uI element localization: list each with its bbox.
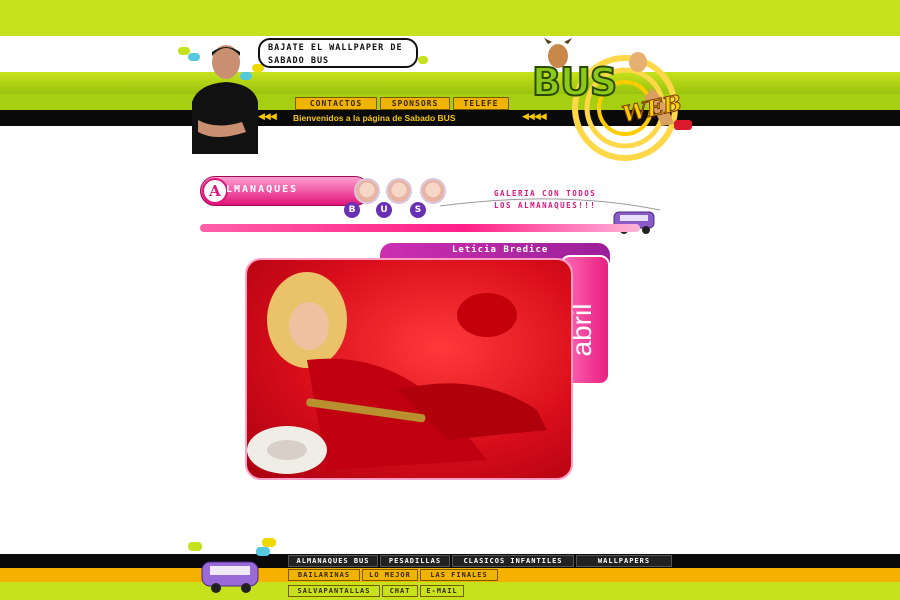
footer-las-finales-button[interactable]: LAS FINALES [420, 569, 498, 581]
footer-salvapantallas-button[interactable]: SALVAPANTALLAS [288, 585, 380, 597]
decor-dot [240, 72, 252, 80]
bus-letter-u: U [376, 202, 392, 218]
footer-pesadillas-button[interactable]: PESADILLAS [380, 555, 450, 567]
welcome-text: Bienvenidos a la página de Sabado BUS [293, 113, 456, 123]
decor-dot [256, 547, 270, 556]
featured-photo[interactable] [245, 258, 573, 480]
face-lips-icon [386, 178, 412, 204]
footer-bailarinas-button[interactable]: BAILARINAS [288, 569, 360, 581]
bus-letter-s: S [410, 202, 426, 218]
decor-dot [188, 542, 202, 551]
almanaques-initial: A [202, 178, 228, 204]
footer-clasicos-button[interactable]: CLASICOS INFANTILES [452, 555, 574, 567]
model-name: Leticia Bredice [452, 245, 549, 255]
nav-contactos-button[interactable]: CONTACTOS [295, 97, 377, 110]
footer-email-button[interactable]: E-MAIL [420, 585, 464, 597]
nav-sponsors-button[interactable]: SPONSORS [380, 97, 450, 110]
face-eyes-icon [354, 178, 380, 204]
logo-bus-text[interactable]: BUS [531, 59, 618, 105]
bus-letter-b: B [344, 202, 360, 218]
almanaques-divider [200, 224, 640, 232]
decor-dot [188, 53, 200, 61]
arrow-left-icon: ◀◀◀ [258, 112, 277, 122]
footer-lo-mejor-button[interactable]: LO MEJOR [362, 569, 418, 581]
footer-wallpapers-button[interactable]: WALLPAPERS [576, 555, 672, 567]
header-lime-band-2 [0, 94, 900, 110]
almanaques-title: LMANAQUES [226, 184, 299, 195]
wallpaper-promo-bubble[interactable]: BAJATE EL WALLPAPER DE SABADO BUS [258, 38, 418, 68]
header-lime-band [0, 72, 900, 94]
footer-black-band [0, 554, 900, 568]
footer-bus-icon[interactable] [200, 556, 264, 596]
promo-line-2: SABADO BUS [268, 56, 330, 66]
decor-dot [262, 538, 276, 547]
photo-illustration [247, 272, 547, 474]
footer-chat-button[interactable]: CHAT [382, 585, 418, 597]
top-lime-band [0, 0, 900, 36]
decor-dot [418, 56, 428, 64]
nav-telefe-button[interactable]: TELEFE [453, 97, 509, 110]
promo-line-1: BAJATE EL WALLPAPER DE [268, 43, 403, 53]
footer-almanaques-button[interactable]: ALMANAQUES BUS [288, 555, 378, 567]
